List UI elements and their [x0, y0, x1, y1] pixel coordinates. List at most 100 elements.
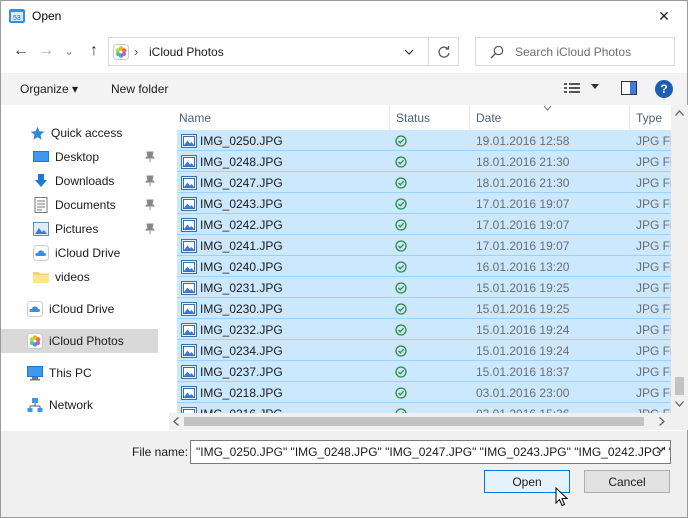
file-row[interactable]: IMG_0240.JPG 16.01.2016 13:20 JPG Fil	[177, 256, 675, 277]
image-file-icon	[181, 365, 197, 379]
file-row[interactable]: IMG_0250.JPG 19.01.2016 12:58 JPG Fil	[177, 130, 675, 151]
file-name-combobox[interactable]: "IMG_0250.JPG" "IMG_0248.JPG" "IMG_0247.…	[190, 440, 671, 464]
refresh-button[interactable]	[428, 38, 458, 65]
sidebar-item-icloud-drive-quick[interactable]: iCloud Drive	[33, 242, 120, 264]
horizontal-scrollbar[interactable]	[169, 413, 671, 430]
file-row[interactable]: IMG_0243.JPG 17.01.2016 19:07 JPG Fil	[177, 193, 675, 214]
image-file-icon	[181, 323, 197, 337]
sidebar-item-label: iCloud Drive	[55, 246, 121, 260]
file-name: IMG_0242.JPG	[200, 218, 283, 232]
organize-menu[interactable]: Organize ▾	[20, 82, 78, 96]
sidebar-item-icloud-photos[interactable]: iCloud Photos	[1, 329, 158, 353]
file-date: 15.01.2016 19:25	[476, 302, 570, 316]
file-type: JPG Fil	[636, 344, 676, 358]
file-name: IMG_0250.JPG	[200, 134, 283, 148]
preview-pane-icon[interactable]	[621, 81, 637, 95]
file-name-input[interactable]: "IMG_0250.JPG" "IMG_0248.JPG" "IMG_0247.…	[196, 445, 670, 459]
file-date: 18.01.2016 21:30	[476, 176, 570, 190]
sidebar-item-icloud-drive[interactable]: iCloud Drive	[27, 298, 114, 320]
close-icon: ✕	[658, 8, 670, 24]
pictures-icon	[33, 221, 49, 237]
breadcrumb-location[interactable]: iCloud Photos	[149, 45, 224, 59]
synced-status-icon	[395, 240, 407, 252]
back-button[interactable]: ←	[9, 39, 33, 63]
recent-locations-button[interactable]: ⌄	[61, 39, 77, 63]
arrow-right-icon: →	[38, 42, 54, 59]
vertical-scroll-thumb[interactable]	[675, 377, 684, 395]
file-name: IMG_0234.JPG	[200, 344, 283, 358]
column-header-status[interactable]: Status	[396, 111, 430, 125]
chevron-down-icon	[404, 49, 414, 55]
sidebar-item-label: Quick access	[51, 126, 123, 140]
column-header-date[interactable]: Date	[476, 111, 501, 125]
scroll-down-icon[interactable]	[675, 401, 684, 407]
scroll-up-icon[interactable]	[675, 110, 684, 116]
new-folder-button[interactable]: New folder	[111, 82, 168, 96]
vertical-scrollbar[interactable]	[671, 105, 688, 413]
up-button[interactable]: ↑	[82, 39, 106, 63]
chevron-down-icon[interactable]	[656, 446, 666, 452]
sidebar-item-label: Downloads	[55, 174, 115, 188]
file-row[interactable]: IMG_0232.JPG 15.01.2016 19:24 JPG Fil	[177, 319, 675, 340]
file-row[interactable]: IMG_0241.JPG 17.01.2016 19:07 JPG Fil	[177, 235, 675, 256]
file-row[interactable]: IMG_0234.JPG 15.01.2016 19:24 JPG Fil	[177, 340, 675, 361]
sidebar-item-label: This PC	[49, 366, 92, 380]
file-date: 16.01.2016 13:20	[476, 260, 570, 274]
sidebar-item-desktop[interactable]: Desktop	[33, 146, 155, 168]
file-type: JPG Fil	[636, 323, 676, 337]
view-options-icon[interactable]	[564, 81, 580, 95]
sidebar-item-this-pc[interactable]: This PC	[27, 362, 92, 384]
column-divider[interactable]	[629, 105, 630, 130]
file-row[interactable]: IMG_0237.JPG 15.01.2016 18:37 JPG Fil	[177, 361, 675, 382]
column-header-name[interactable]: Name	[179, 111, 211, 125]
close-button[interactable]: ✕	[641, 1, 687, 32]
sidebar-item-videos[interactable]: videos	[33, 266, 90, 288]
scroll-left-icon[interactable]	[173, 417, 179, 426]
file-row[interactable]: IMG_0242.JPG 17.01.2016 19:07 JPG Fil	[177, 214, 675, 235]
sidebar-item-downloads[interactable]: Downloads	[33, 170, 155, 192]
image-file-icon	[181, 197, 197, 211]
file-type: JPG Fil	[636, 386, 676, 400]
image-file-icon	[181, 386, 197, 400]
file-name: IMG_0241.JPG	[200, 239, 283, 253]
column-divider[interactable]	[469, 105, 470, 130]
sidebar-item-pictures[interactable]: Pictures	[33, 218, 155, 240]
view-dropdown-icon[interactable]	[591, 84, 599, 90]
file-name: IMG_0232.JPG	[200, 323, 283, 337]
column-divider[interactable]	[389, 105, 390, 130]
file-name: IMG_0243.JPG	[200, 197, 283, 211]
help-icon[interactable]: ?	[655, 80, 673, 98]
icloud-icon	[33, 245, 49, 261]
file-row[interactable]: IMG_0248.JPG 18.01.2016 21:30 JPG Fil	[177, 151, 675, 172]
pin-icon	[145, 199, 155, 210]
address-bar[interactable]: › iCloud Photos	[108, 37, 459, 66]
file-list[interactable]: Name Status Date Type IMG_0250.JPG 19.01.…	[169, 105, 687, 429]
file-row[interactable]: IMG_0247.JPG 18.01.2016 21:30 JPG Fil	[177, 172, 675, 193]
file-row[interactable]: IMG_0218.JPG 03.01.2016 23:00 JPG Fil	[177, 382, 675, 403]
title-bar: 53 Open ✕	[1, 1, 687, 32]
sidebar-item-network[interactable]: Network	[27, 394, 93, 416]
search-box[interactable]: Search iCloud Photos	[475, 37, 675, 66]
sidebar-item-documents[interactable]: Documents	[33, 194, 155, 216]
file-type: JPG Fil	[636, 218, 676, 232]
file-type: JPG Fil	[636, 134, 676, 148]
address-dropdown-button[interactable]	[397, 38, 421, 65]
sidebar-item-quick-access[interactable]: Quick access	[29, 122, 122, 144]
app-icon: 53	[9, 9, 25, 23]
image-file-icon	[181, 302, 197, 316]
arrow-up-icon: ↑	[90, 42, 98, 59]
file-row[interactable]: IMG_0231.JPG 15.01.2016 19:25 JPG Fil	[177, 277, 675, 298]
file-date: 19.01.2016 12:58	[476, 134, 570, 148]
horizontal-scroll-thumb[interactable]	[184, 417, 644, 426]
cancel-button[interactable]: Cancel	[584, 470, 670, 493]
column-header-type[interactable]: Type	[636, 111, 662, 125]
file-row[interactable]: IMG_0230.JPG 15.01.2016 19:25 JPG Fil	[177, 298, 675, 319]
sidebar-item-label: iCloud Photos	[49, 334, 124, 348]
image-file-icon	[181, 134, 197, 148]
forward-button[interactable]: →	[34, 39, 58, 63]
scroll-right-icon[interactable]	[659, 417, 665, 426]
synced-status-icon	[395, 261, 407, 273]
icloud-photos-icon	[27, 333, 43, 349]
search-input[interactable]: Search iCloud Photos	[515, 45, 631, 59]
navigation-pane: Quick access Desktop Downloads Documents	[1, 105, 161, 429]
